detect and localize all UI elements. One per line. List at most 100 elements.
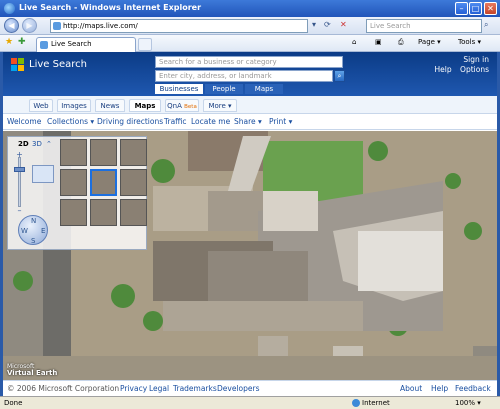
compass-north[interactable]: N: [31, 217, 36, 225]
tab-qna[interactable]: QnA Beta: [165, 99, 199, 112]
search-icon[interactable]: ⌕: [484, 20, 496, 32]
window-title: Live Search - Windows Internet Explorer: [19, 3, 202, 12]
ie-logo-icon: [4, 3, 15, 14]
share-menu[interactable]: Share ▾: [234, 117, 262, 126]
ve-logo-line2: Virtual Earth: [7, 369, 58, 377]
refresh-icon[interactable]: ⟳: [324, 20, 331, 29]
add-favorites-icon[interactable]: ✚: [18, 37, 26, 47]
page-content: Live Search Search for a business or cat…: [3, 52, 497, 396]
page-favicon-icon: [53, 22, 61, 30]
internet-zone-icon: [352, 399, 360, 407]
favorites-star-icon[interactable]: ★: [5, 37, 13, 47]
welcome-link[interactable]: Welcome: [7, 117, 41, 126]
title-bar: Live Search - Windows Internet Explorer …: [0, 0, 500, 17]
scope-maps[interactable]: Maps: [245, 84, 283, 94]
url-field[interactable]: http://maps.live.com/: [50, 19, 308, 33]
forward-icon[interactable]: ▶: [22, 18, 37, 33]
legal-link[interactable]: Legal: [149, 384, 169, 393]
print-icon[interactable]: ⎙: [398, 38, 404, 47]
map-navigation-panel: 2D 3D ⌃ + – N S W E: [7, 136, 147, 250]
browser-tab[interactable]: Live Search: [36, 37, 136, 52]
birds-eye-thumbnail[interactable]: [120, 139, 147, 166]
zoom-level[interactable]: 100% ▾: [455, 399, 481, 407]
scope-businesses[interactable]: Businesses: [155, 84, 203, 94]
tab-row: ★ ✚ Live Search ⌂ ▣ ⎙ Page ▾ Tools ▾: [0, 35, 500, 52]
new-tab-button[interactable]: [138, 38, 152, 51]
birds-eye-thumbnail[interactable]: [60, 199, 87, 226]
birds-eye-thumbnail[interactable]: [60, 139, 87, 166]
business-search-input[interactable]: Search for a business or category: [155, 56, 343, 68]
zoom-slider-thumb[interactable]: [14, 167, 25, 172]
tools-menu[interactable]: Tools ▾: [458, 38, 481, 46]
qna-label: QnA: [167, 102, 182, 110]
tab-images[interactable]: Images: [57, 99, 91, 112]
back-icon[interactable]: ◀: [4, 18, 19, 33]
home-icon[interactable]: ⌂: [352, 38, 356, 46]
help-link[interactable]: Help: [435, 65, 452, 74]
location-search-input[interactable]: Enter city, address, or landmark: [155, 70, 333, 82]
url-text: http://maps.live.com/: [63, 22, 138, 30]
tab-maps[interactable]: Maps: [129, 99, 161, 112]
zoom-slider[interactable]: [18, 157, 21, 207]
map-canvas[interactable]: 2D 3D ⌃ + – N S W E Microsoft Virtual Ea…: [3, 131, 497, 380]
live-search-header: Live Search Search for a business or cat…: [3, 52, 497, 96]
birds-eye-thumbnail[interactable]: [120, 199, 147, 226]
feedback-link[interactable]: Feedback: [455, 384, 491, 393]
page-footer: © 2006 Microsoft Corporation Privacy Leg…: [3, 380, 497, 396]
mode-2d[interactable]: 2D: [18, 140, 29, 148]
about-link[interactable]: About: [400, 384, 422, 393]
driving-directions-link[interactable]: Driving directions: [97, 117, 163, 126]
page-menu[interactable]: Page ▾: [418, 38, 441, 46]
locate-me-link[interactable]: Locate me: [191, 117, 230, 126]
collapse-icon[interactable]: ⌃: [46, 140, 52, 148]
compass-west[interactable]: W: [21, 227, 28, 235]
security-zone[interactable]: Internet: [362, 399, 390, 407]
birds-eye-button[interactable]: [32, 165, 54, 183]
trademarks-link[interactable]: Trademarks: [173, 384, 217, 393]
birds-eye-thumbnail-selected[interactable]: [90, 169, 117, 196]
privacy-link[interactable]: Privacy: [120, 384, 147, 393]
help-footer-link[interactable]: Help: [431, 384, 448, 393]
map-toolbar: Welcome Collections ▾ Driving directions…: [3, 114, 497, 130]
header-links: Sign in Help Options: [435, 55, 489, 75]
maximize-button[interactable]: □: [469, 2, 482, 15]
traffic-link[interactable]: Traffic: [164, 117, 187, 126]
birds-eye-thumbnail[interactable]: [90, 139, 117, 166]
stop-icon[interactable]: ✕: [340, 20, 347, 29]
browser-search-input[interactable]: Live Search: [366, 19, 482, 33]
minimize-button[interactable]: –: [455, 2, 468, 15]
close-button[interactable]: ✕: [484, 2, 497, 15]
search-go-button[interactable]: ⌕: [334, 70, 345, 82]
beta-badge: Beta: [184, 104, 197, 110]
dropdown-icon[interactable]: ▾: [312, 20, 316, 29]
copyright: © 2006 Microsoft Corporation: [7, 384, 120, 393]
address-row: ◀ ▶ http://maps.live.com/ ▾ ⟳ ✕ Live Sea…: [0, 17, 500, 35]
birds-eye-thumbnail[interactable]: [90, 199, 117, 226]
tab-favicon-icon: [40, 41, 48, 49]
status-bar: Done Internet 100% ▾: [0, 396, 500, 409]
collections-menu[interactable]: Collections ▾: [47, 117, 94, 126]
virtual-earth-logo: Microsoft Virtual Earth: [7, 363, 57, 377]
developers-link[interactable]: Developers: [217, 384, 259, 393]
birds-eye-thumbnail[interactable]: [120, 169, 147, 196]
print-menu[interactable]: Print ▾: [269, 117, 292, 126]
vertical-tabs: Web Images News Maps QnA Beta More ▾: [3, 96, 497, 114]
tab-more[interactable]: More ▾: [203, 99, 237, 112]
brand-name: Live Search: [29, 59, 87, 70]
status-text: Done: [4, 399, 23, 407]
scope-people[interactable]: People: [205, 84, 243, 94]
compass-rose[interactable]: N S W E: [18, 215, 48, 245]
mode-3d[interactable]: 3D: [32, 140, 42, 148]
tab-news[interactable]: News: [95, 99, 125, 112]
tab-title: Live Search: [51, 40, 92, 48]
birds-eye-thumbnail[interactable]: [60, 169, 87, 196]
tab-web[interactable]: Web: [29, 99, 53, 112]
sign-in-link[interactable]: Sign in: [435, 55, 489, 65]
compass-east[interactable]: E: [41, 227, 45, 235]
zoom-out-button[interactable]: –: [15, 207, 24, 216]
address-controls: ▾ ⟳ ✕: [310, 20, 364, 32]
options-link[interactable]: Options: [460, 65, 489, 74]
windows-logo-icon: [11, 58, 25, 72]
compass-south[interactable]: S: [31, 237, 35, 245]
feeds-icon[interactable]: ▣: [375, 38, 382, 46]
